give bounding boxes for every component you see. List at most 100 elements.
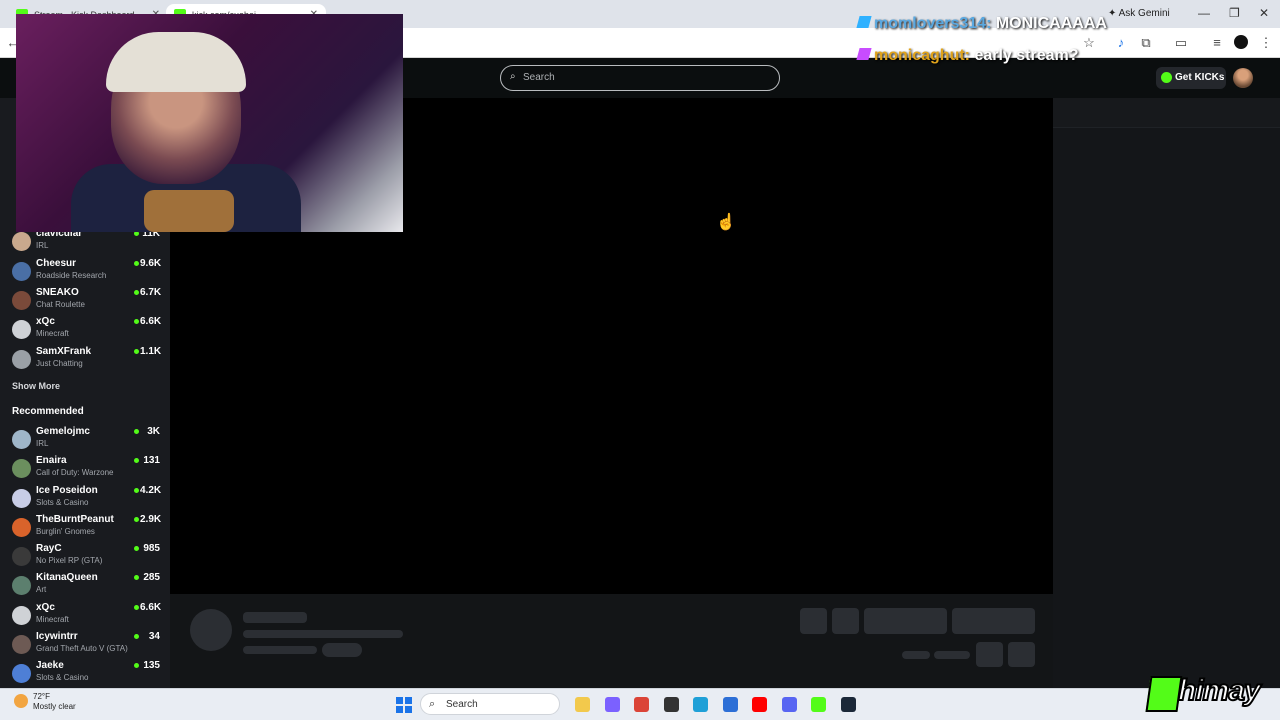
live-indicator-icon [134,663,139,668]
channel-avatar [12,576,31,595]
search-icon: ⌕ [429,698,436,710]
streamer-name-skeleton [243,612,307,623]
webcam-overlay [16,14,403,232]
viewer-count: 985 [143,543,160,554]
channel-category: Chat Roulette [36,300,85,309]
live-indicator-icon [134,575,139,580]
kicks-coin-icon [1161,72,1172,83]
file-explorer-icon[interactable] [575,697,590,712]
taskbar-search-label: Search [446,699,478,710]
tag-skeleton [322,643,362,657]
sidebar-channel-item[interactable]: Enaira Call of Duty: Warzone 131 [0,455,170,484]
channel-category: Slots & Casino [36,673,89,682]
channel-name: TheBurntPeanut [36,514,114,525]
sidebar-channel-item[interactable]: Icywintrr Grand Theft Auto V (GTA) 34 [0,631,170,660]
taskbar-search[interactable]: ⌕ Search [420,693,560,715]
kick-k-logo-icon [1145,676,1183,712]
extensions-icon[interactable]: ⧉ [1137,34,1155,52]
chrome-icon[interactable] [634,697,649,712]
channel-name: Ice Poseidon [36,485,98,496]
obs-icon[interactable] [663,697,679,712]
live-indicator-icon [134,546,139,551]
more-button-skeleton [1008,642,1035,667]
sidebar-channel-item[interactable]: Gemelojmc IRL 3K [0,426,170,455]
windows-start-icon[interactable] [396,697,412,713]
user-avatar[interactable] [1233,68,1253,88]
sidebar-channel-item[interactable]: Jaeke Slots & Casino 135 [0,660,170,689]
channel-name: Enaira [36,455,67,466]
copilot-icon[interactable] [604,697,620,712]
channel-name: Cheesur [36,258,77,269]
sidebar-channel-item[interactable]: Ice Poseidon Slots & Casino 4.2K [0,485,170,514]
sidebar-channel-item[interactable]: SamXFrank Just Chatting 1.1K [0,346,170,375]
channel-name: xQc [36,316,55,327]
live-indicator-icon [134,290,139,295]
chat-username: momlovers314: [874,15,992,32]
chat-badge-icon [856,48,872,60]
streamer-avatar-skeleton [190,609,232,651]
show-more-button[interactable]: Show More [12,381,60,391]
viewer-count: 6.7K [140,287,162,298]
reading-list-icon[interactable]: ≡ [1208,34,1226,52]
sidebar-channel-item[interactable]: TheBurntPeanut Burglin' Gnomes 2.9K [0,514,170,543]
bookmark-star-icon[interactable]: ☆ [1080,34,1098,52]
channel-avatar [12,606,31,625]
sidebar-channel-item[interactable]: Cheesur Roadside Research 9.6K [0,258,170,287]
menu-kebab-icon[interactable]: ⋮ [1257,34,1275,52]
search-input[interactable]: ⌕ Search [500,65,780,91]
cast-icon[interactable]: ▭ [1172,34,1190,52]
channel-category: Minecraft [36,615,69,624]
viewer-count: 135 [143,660,160,671]
minimize-icon[interactable]: — [1198,6,1210,20]
viewer-count: 6.6K [140,602,162,613]
weather-temperature: 72°F [33,692,50,701]
stream-title-skeleton [243,630,403,638]
action-button-skeleton [832,608,859,634]
weather-icon[interactable] [14,694,28,708]
sidebar-channel-item[interactable]: KitanaQueen Art 285 [0,572,170,601]
youtube-icon[interactable] [752,697,767,712]
channel-avatar [12,518,31,537]
channel-name: SNEAKO [36,287,79,298]
live-indicator-icon [134,517,139,522]
category-skeleton [243,646,317,654]
steam-icon[interactable] [840,697,856,712]
channel-name: xQc [36,602,55,613]
channel-name: Icywintrr [36,631,78,642]
sidebar-channel-item[interactable]: xQc Minecraft 6.6K [0,316,170,345]
close-window-icon[interactable]: ✕ [1259,6,1269,20]
ask-gemini-label: Ask Gemini [1118,8,1170,19]
profile-icon[interactable] [1234,35,1248,49]
edge-icon[interactable] [693,697,708,712]
chat-text: early stream? [974,47,1079,64]
channel-category: Call of Duty: Warzone [36,468,114,477]
channel-avatar [12,350,31,369]
channel-category: Slots & Casino [36,498,89,507]
viewer-count: 2.9K [140,514,162,525]
sparkle-icon: ✦ [1108,8,1119,19]
maximize-icon[interactable]: ❐ [1229,6,1240,20]
sidebar-channel-item[interactable]: clavicular IRL 11K [0,228,170,257]
channel-category: IRL [36,241,49,250]
channel-category: Grand Theft Auto V (GTA) [36,644,128,653]
chat-panel [1053,98,1280,688]
weather-widget[interactable]: 72°F Mostly clear [33,692,76,712]
viewer-count: 3K [147,426,160,437]
discord-icon[interactable] [781,697,797,712]
channel-name: Jaeke [36,660,64,671]
chat-overlay-message: monicaghut: early stream? [856,47,1079,65]
ask-gemini-button[interactable]: ✦ Ask Gemini [1108,4,1176,24]
channel-logo: himay [1145,672,1274,714]
sidebar-channel-item[interactable]: RayC No Pixel RP (GTA) 985 [0,543,170,572]
get-kicks-button[interactable]: Get KICKs [1156,67,1226,89]
sidebar-channel-item[interactable]: xQc Minecraft 6.6K [0,602,170,631]
kick-icon[interactable] [811,697,826,712]
live-indicator-icon [134,319,139,324]
live-indicator-icon [134,488,139,493]
channel-avatar [12,232,31,251]
channel-avatar [12,635,31,654]
sidebar-channel-item[interactable]: SNEAKO Chat Roulette 6.7K [0,287,170,316]
live-indicator-icon [134,605,139,610]
store-icon[interactable] [722,697,738,712]
audio-icon[interactable]: ♪ [1112,34,1130,52]
